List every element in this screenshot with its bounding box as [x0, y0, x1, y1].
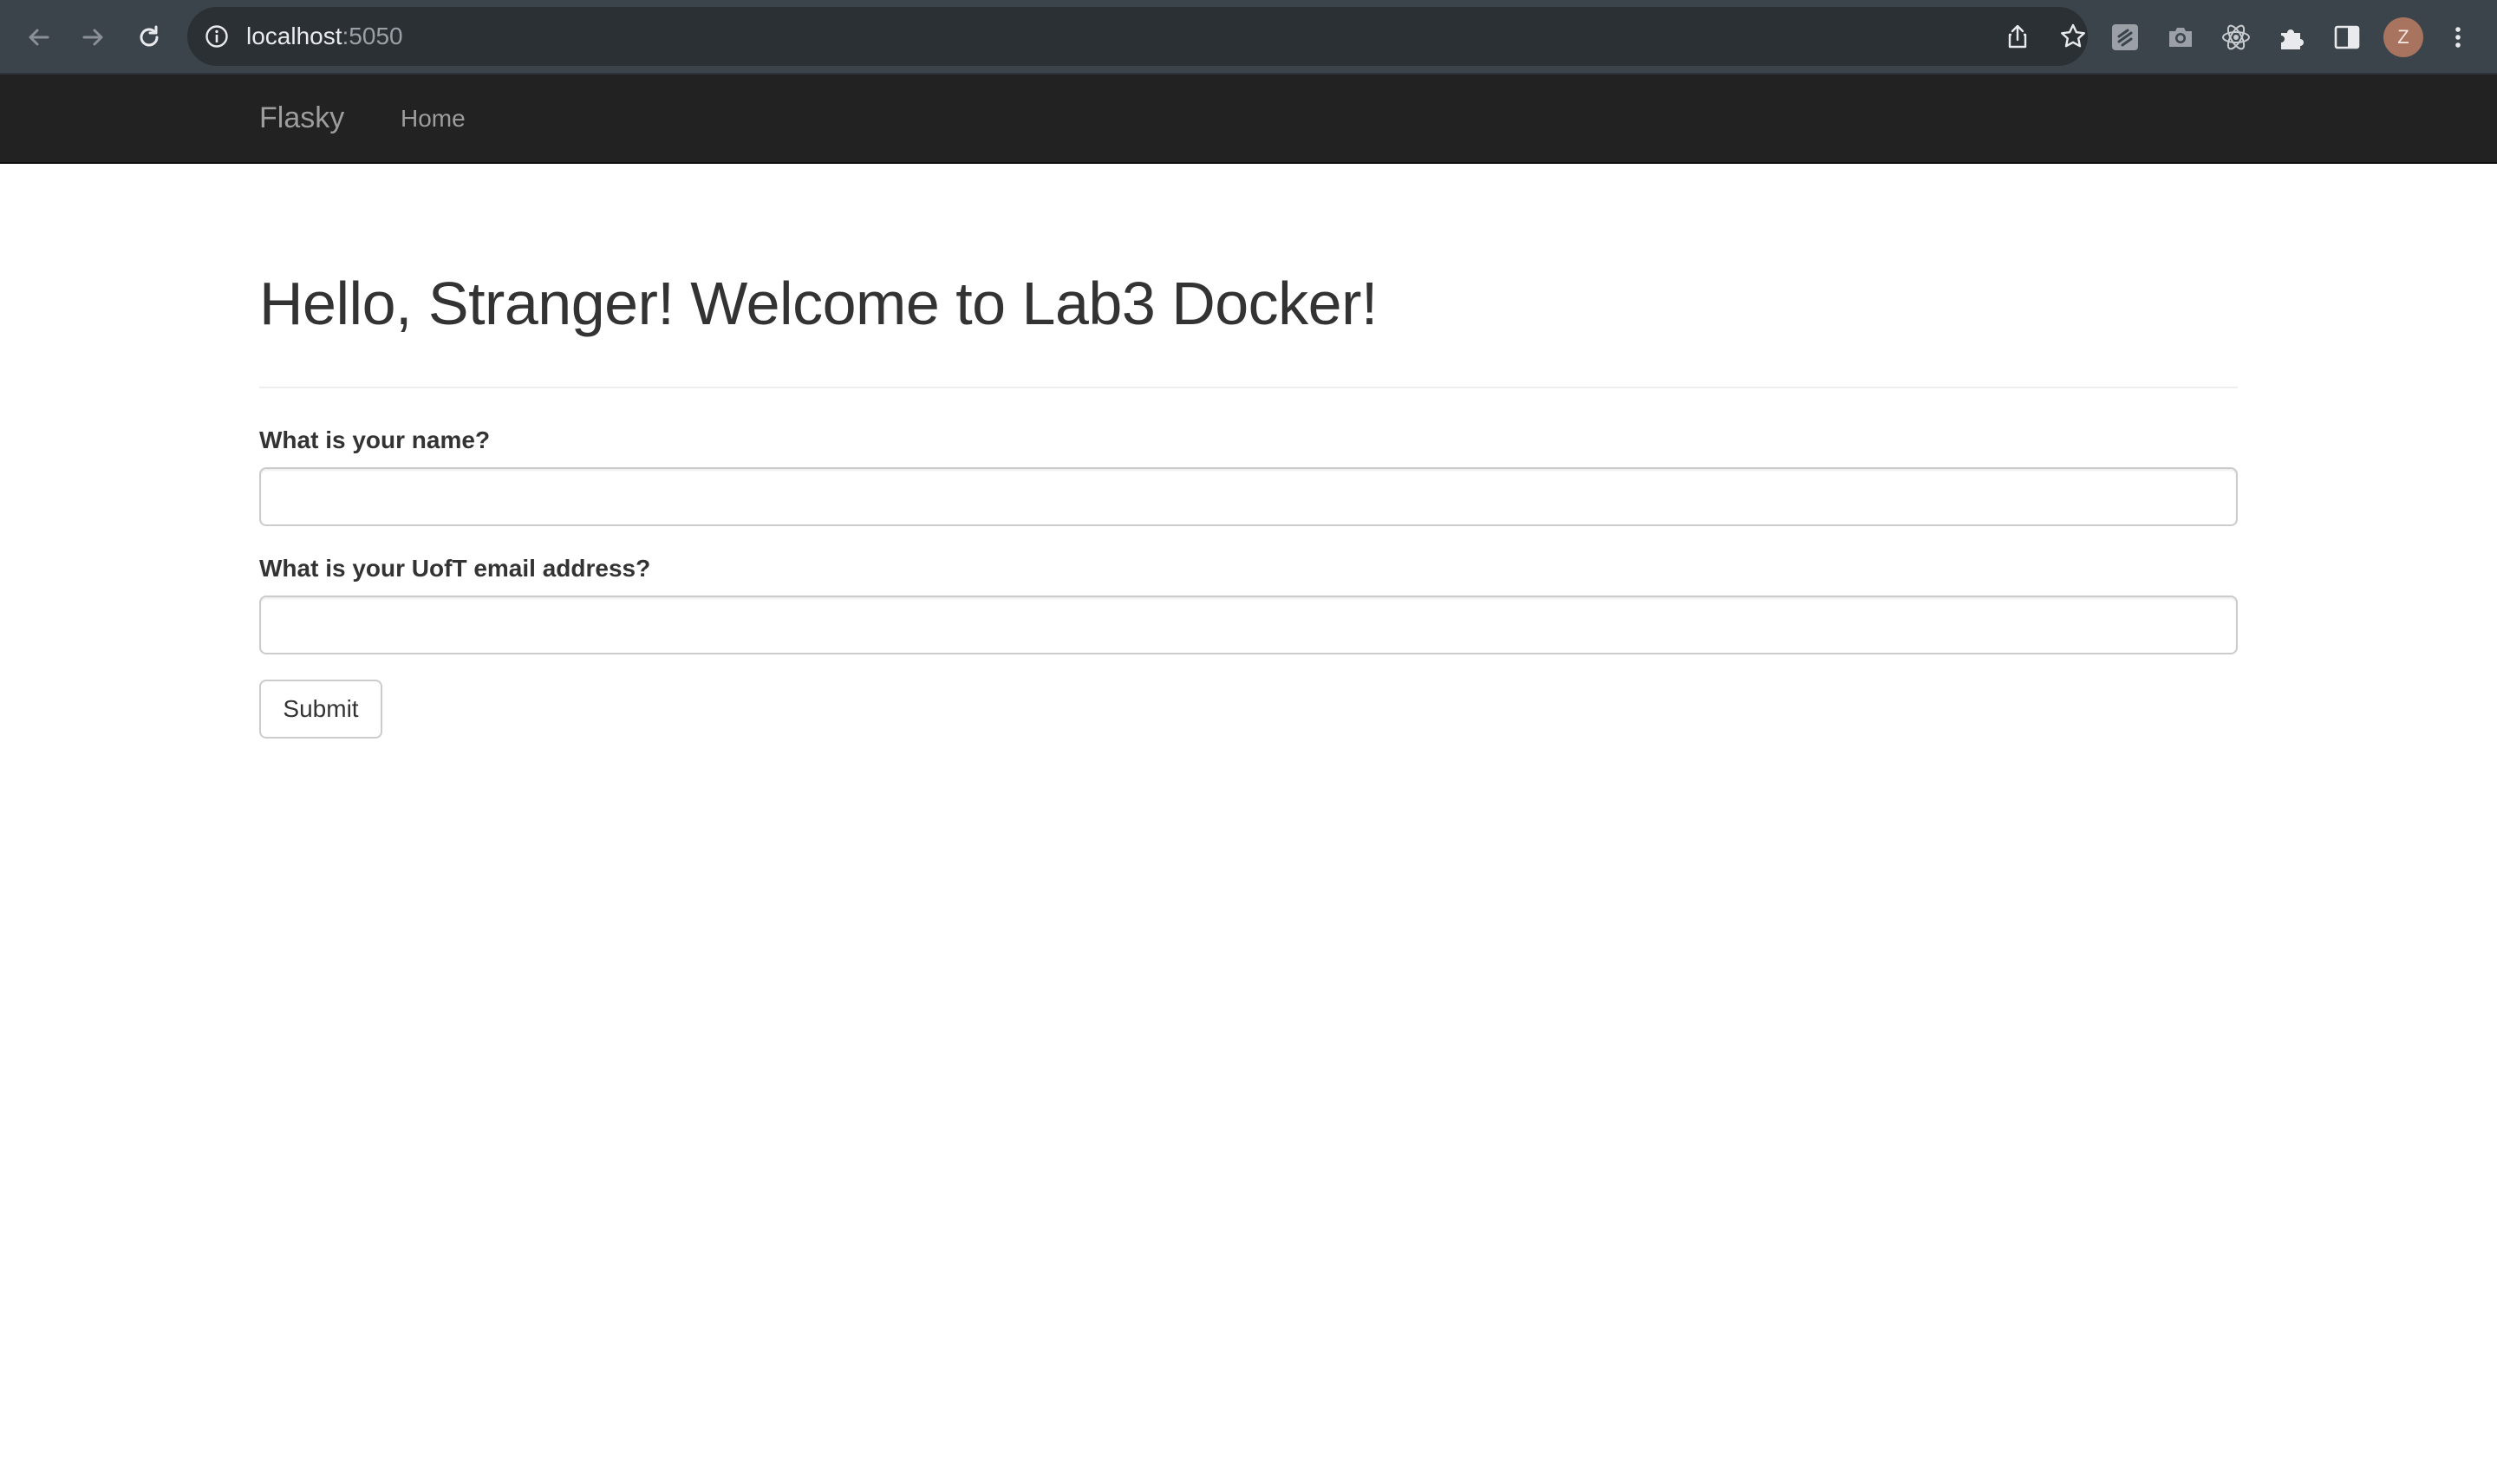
extension-doc-icon[interactable]: [2106, 18, 2144, 56]
browser-window: localhost:5050 Z Flasky Home Hello, Stra…: [0, 0, 2497, 1484]
share-icon[interactable]: [1998, 17, 2037, 55]
address-bar[interactable]: localhost:5050: [187, 7, 2088, 66]
camera-icon[interactable]: [2161, 18, 2200, 56]
page-header: Hello, Stranger! Welcome to Lab3 Docker!: [259, 260, 2238, 388]
name-input[interactable]: [259, 467, 2238, 526]
submit-button[interactable]: Submit: [259, 680, 382, 739]
email-input[interactable]: [259, 596, 2238, 654]
puzzle-icon[interactable]: [2272, 18, 2311, 56]
back-arrow-icon[interactable]: [19, 18, 57, 56]
react-icon[interactable]: [2217, 18, 2255, 56]
profile-avatar[interactable]: Z: [2383, 17, 2423, 57]
kebab-menu-icon[interactable]: [2439, 18, 2477, 56]
url-text[interactable]: localhost:5050: [246, 7, 403, 66]
star-icon[interactable]: [2054, 17, 2092, 55]
name-label: What is your name?: [259, 426, 491, 453]
browser-toolbar: localhost:5050 Z: [0, 0, 2497, 75]
navbar-brand[interactable]: Flasky: [259, 75, 344, 162]
page-title: Hello, Stranger! Welcome to Lab3 Docker!: [259, 270, 1378, 337]
nav-link-home[interactable]: Home: [401, 75, 466, 162]
side-panel-icon[interactable]: [2328, 18, 2366, 56]
forward-arrow-icon[interactable]: [75, 18, 113, 56]
reload-icon[interactable]: [130, 18, 168, 56]
site-navbar: Flasky Home: [0, 75, 2497, 164]
email-label: What is your UofT email address?: [259, 555, 651, 582]
info-icon[interactable]: [205, 24, 229, 49]
